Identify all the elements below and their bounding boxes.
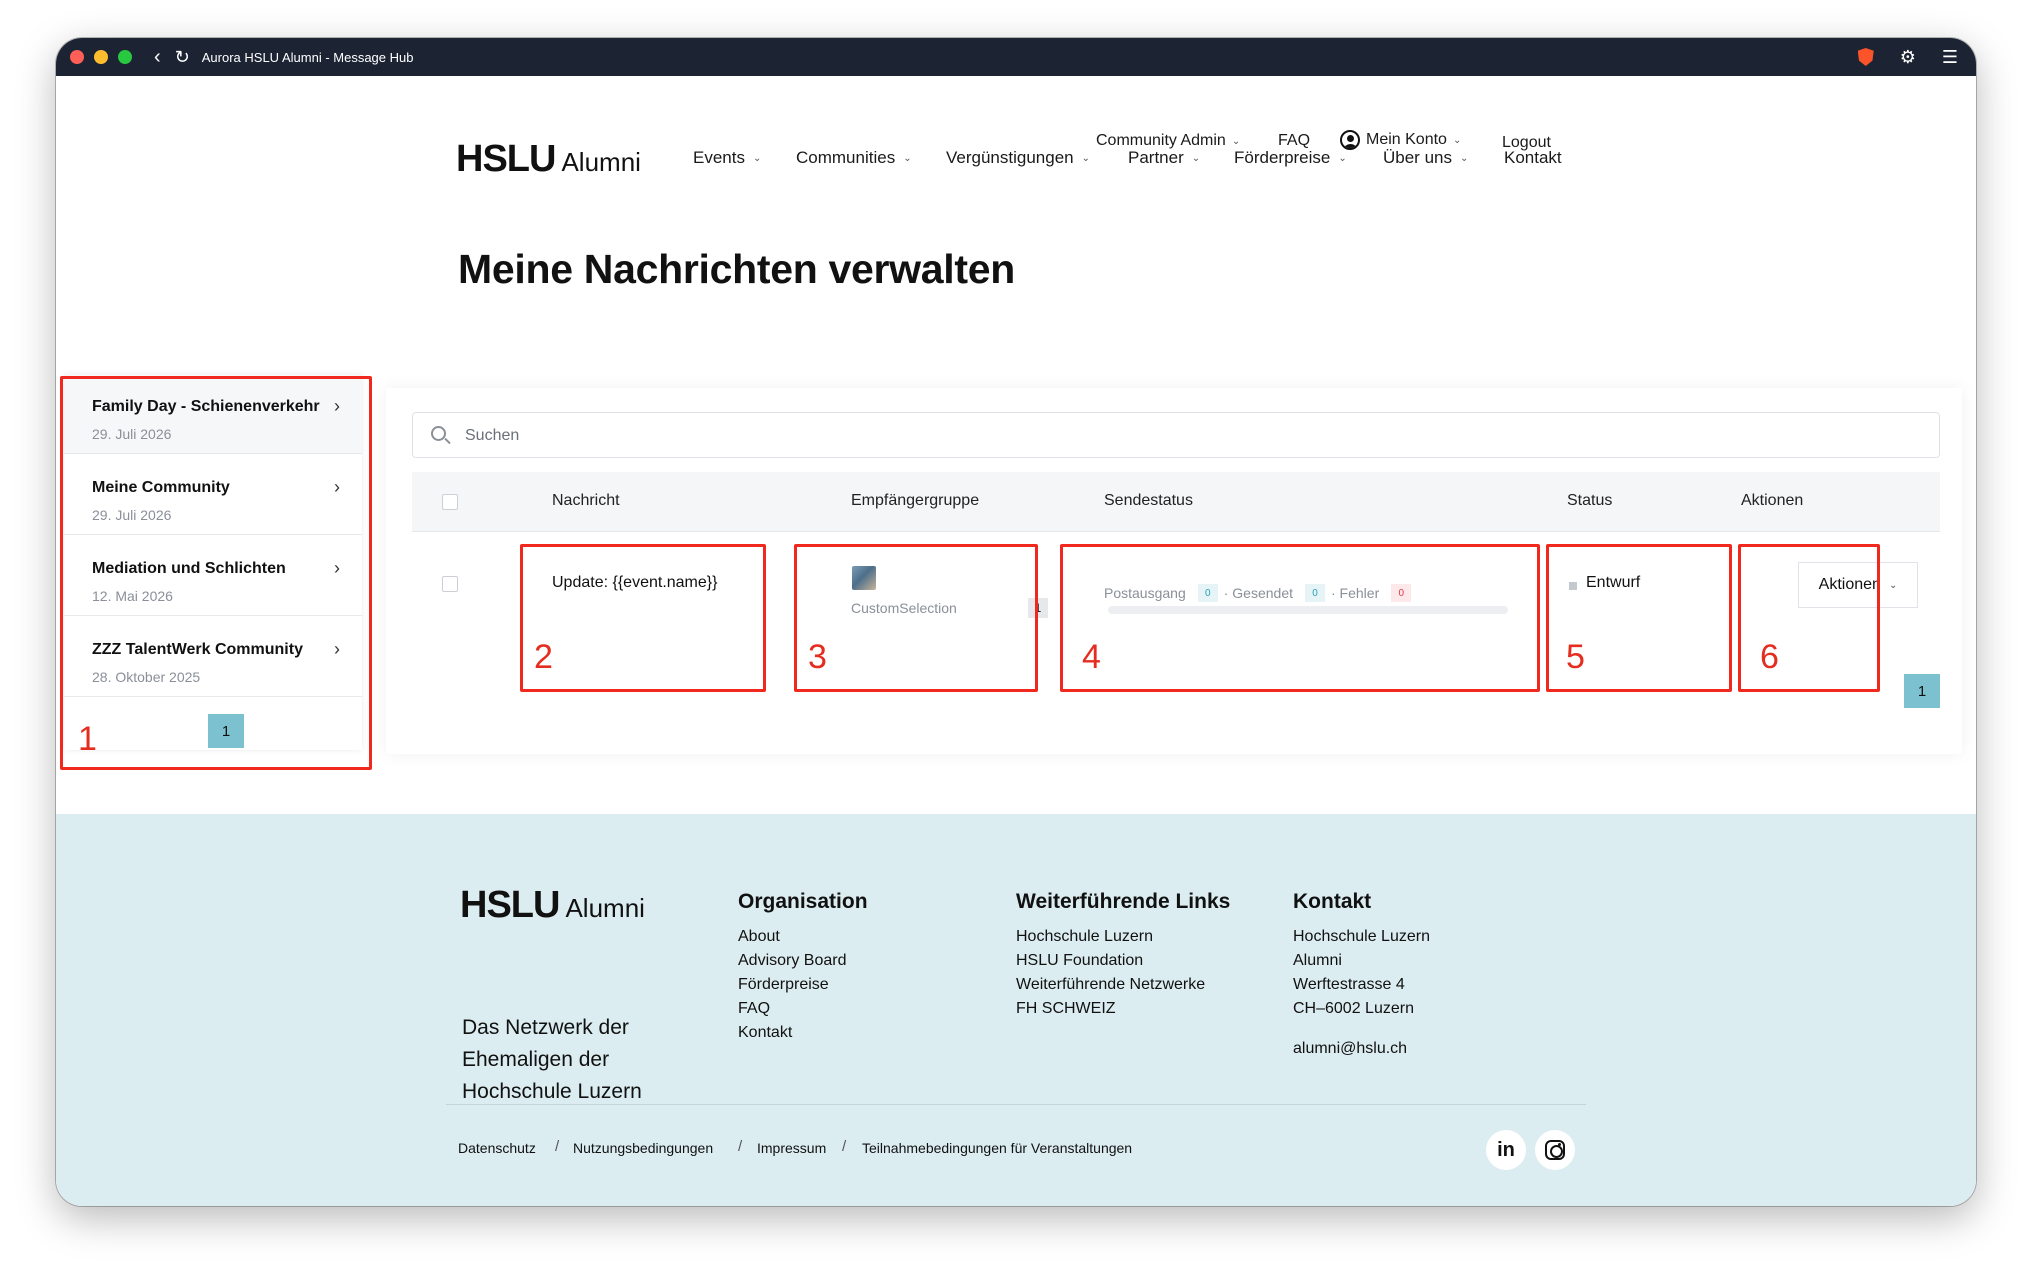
search-icon bbox=[431, 426, 446, 441]
annotation-box-2 bbox=[520, 544, 766, 692]
chevron-down-icon: ⌄ bbox=[1191, 152, 1201, 164]
legal-separator: / bbox=[555, 1138, 560, 1155]
footer-link-about[interactable]: About bbox=[738, 928, 780, 946]
reload-icon[interactable]: ↻ bbox=[175, 47, 190, 68]
chevron-down-icon: ⌄ bbox=[1338, 152, 1347, 164]
footer-logo[interactable]: HSLU Alumni bbox=[460, 884, 645, 927]
column-empfaengergruppe: Empfängergruppe bbox=[851, 492, 980, 509]
annotation-label-1: 1 bbox=[78, 720, 97, 758]
footer-contact-line: Alumni bbox=[1293, 952, 1342, 969]
select-all-checkbox[interactable] bbox=[442, 494, 458, 510]
footer-link-faq[interactable]: FAQ bbox=[738, 1000, 770, 1018]
user-icon bbox=[1340, 130, 1360, 150]
legal-separator: / bbox=[738, 1138, 743, 1155]
nav-foerderpreise[interactable]: Förderpreise ⌄ bbox=[1234, 148, 1347, 168]
footer-links-title: Weiterführende Links bbox=[1016, 890, 1231, 913]
search-box bbox=[412, 412, 1940, 458]
page-title: Meine Nachrichten verwalten bbox=[458, 246, 1015, 292]
footer-organisation-title: Organisation bbox=[738, 890, 868, 913]
minimize-window-button[interactable] bbox=[94, 50, 108, 64]
close-window-button[interactable] bbox=[70, 50, 84, 64]
chevron-down-icon: ⌄ bbox=[1452, 134, 1462, 146]
annotation-box-4 bbox=[1060, 544, 1540, 692]
nav-events[interactable]: Events ⌄ bbox=[693, 148, 761, 168]
column-aktionen: Aktionen bbox=[1741, 492, 1804, 509]
footer-link-advisory-board[interactable]: Advisory Board bbox=[738, 952, 847, 970]
instagram-icon[interactable] bbox=[1535, 1130, 1575, 1170]
browser-window: ‹ ↻ Aurora HSLU Alumni - Message Hub ⚙ ☰… bbox=[56, 38, 1976, 1206]
legal-link-nutzungsbedingungen[interactable]: Nutzungsbedingungen bbox=[573, 1140, 713, 1156]
chevron-down-icon: ⌄ bbox=[1231, 135, 1241, 147]
title-bar: ‹ ↻ Aurora HSLU Alumni - Message Hub ⚙ ☰ bbox=[56, 38, 1976, 76]
column-sendestatus: Sendestatus bbox=[1104, 492, 1193, 509]
footer-contact-line: Werftestrasse 4 bbox=[1293, 976, 1405, 993]
linkedin-icon[interactable]: in bbox=[1486, 1130, 1526, 1170]
window-controls bbox=[70, 50, 132, 64]
hslu-alumni-logo[interactable]: HSLU Alumni bbox=[456, 138, 641, 181]
annotation-label-4: 4 bbox=[1082, 638, 1101, 676]
footer-contact-email[interactable]: alumni@hslu.ch bbox=[1293, 1040, 1407, 1058]
legal-link-impressum[interactable]: Impressum bbox=[757, 1140, 826, 1156]
menu-icon[interactable]: ☰ bbox=[1942, 47, 1958, 68]
annotation-box-1 bbox=[60, 376, 372, 770]
account-label: Mein Konto bbox=[1366, 131, 1447, 148]
window-title: Aurora HSLU Alumni - Message Hub bbox=[201, 49, 414, 65]
chevron-down-icon: ⌄ bbox=[1459, 152, 1469, 164]
nav-communities[interactable]: Communities ⌄ bbox=[796, 148, 912, 168]
annotation-label-3: 3 bbox=[808, 638, 827, 676]
account-menu[interactable]: Mein Konto ⌄ bbox=[1340, 130, 1461, 150]
footer-contact-title: Kontakt bbox=[1293, 890, 1372, 913]
footer-link-fh-schweiz[interactable]: FH SCHWEIZ bbox=[1016, 1000, 1116, 1018]
legal-link-datenschutz[interactable]: Datenschutz bbox=[458, 1140, 536, 1156]
column-status: Status bbox=[1567, 492, 1613, 509]
nav-ueber-uns[interactable]: Über uns ⌄ bbox=[1383, 148, 1468, 168]
chevron-down-icon: ⌄ bbox=[903, 152, 912, 164]
footer-contact-line: Hochschule Luzern bbox=[1293, 928, 1430, 945]
back-icon[interactable]: ‹ bbox=[154, 46, 161, 69]
annotation-label-6: 6 bbox=[1760, 638, 1779, 676]
legal-link-teilnahmebedingungen[interactable]: Teilnahmebedingungen für Veranstaltungen bbox=[862, 1140, 1132, 1156]
nav-partner[interactable]: Partner ⌄ bbox=[1128, 148, 1200, 168]
footer-link-foerderpreise[interactable]: Förderpreise bbox=[738, 976, 829, 994]
annotation-box-3 bbox=[794, 544, 1038, 692]
footer-link-netzwerke[interactable]: Weiterführende Netzwerke bbox=[1016, 976, 1205, 994]
top-navigation: Community Admin ⌄ FAQ Mein Konto ⌄ Logou… bbox=[56, 96, 1976, 151]
browser-toolbar-right: ⚙ ☰ bbox=[1857, 38, 1958, 76]
annotation-label-2: 2 bbox=[534, 638, 553, 676]
row-checkbox[interactable] bbox=[442, 576, 458, 592]
nav-verguenstigungen[interactable]: Vergünstigungen ⌄ bbox=[946, 148, 1090, 168]
search-input[interactable] bbox=[465, 423, 1865, 449]
chevron-down-icon: ⌄ bbox=[1081, 152, 1090, 164]
chevron-down-icon: ⌄ bbox=[752, 152, 762, 164]
legal-separator: / bbox=[842, 1138, 847, 1155]
table-pagination-page[interactable]: 1 bbox=[1904, 674, 1940, 708]
footer-link-hochschule-luzern[interactable]: Hochschule Luzern bbox=[1016, 928, 1153, 946]
extensions-icon[interactable]: ⚙ bbox=[1900, 47, 1916, 68]
footer-divider bbox=[446, 1104, 1586, 1105]
chevron-down-icon: ⌄ bbox=[1888, 579, 1898, 591]
footer-link-kontakt[interactable]: Kontakt bbox=[738, 1024, 792, 1042]
column-nachricht: Nachricht bbox=[552, 492, 620, 509]
table-header: Nachricht Empfängergruppe Sendestatus St… bbox=[412, 472, 1940, 532]
footer-contact-line: CH–6002 Luzern bbox=[1293, 1000, 1414, 1017]
nav-kontakt[interactable]: Kontakt bbox=[1504, 148, 1562, 168]
annotation-label-5: 5 bbox=[1566, 638, 1585, 676]
zoom-window-button[interactable] bbox=[118, 50, 132, 64]
brave-shield-icon[interactable] bbox=[1857, 48, 1874, 66]
footer-link-hslu-foundation[interactable]: HSLU Foundation bbox=[1016, 952, 1143, 970]
footer-tagline: Das Netzwerk der Ehemaligen der Hochschu… bbox=[462, 1016, 642, 1103]
